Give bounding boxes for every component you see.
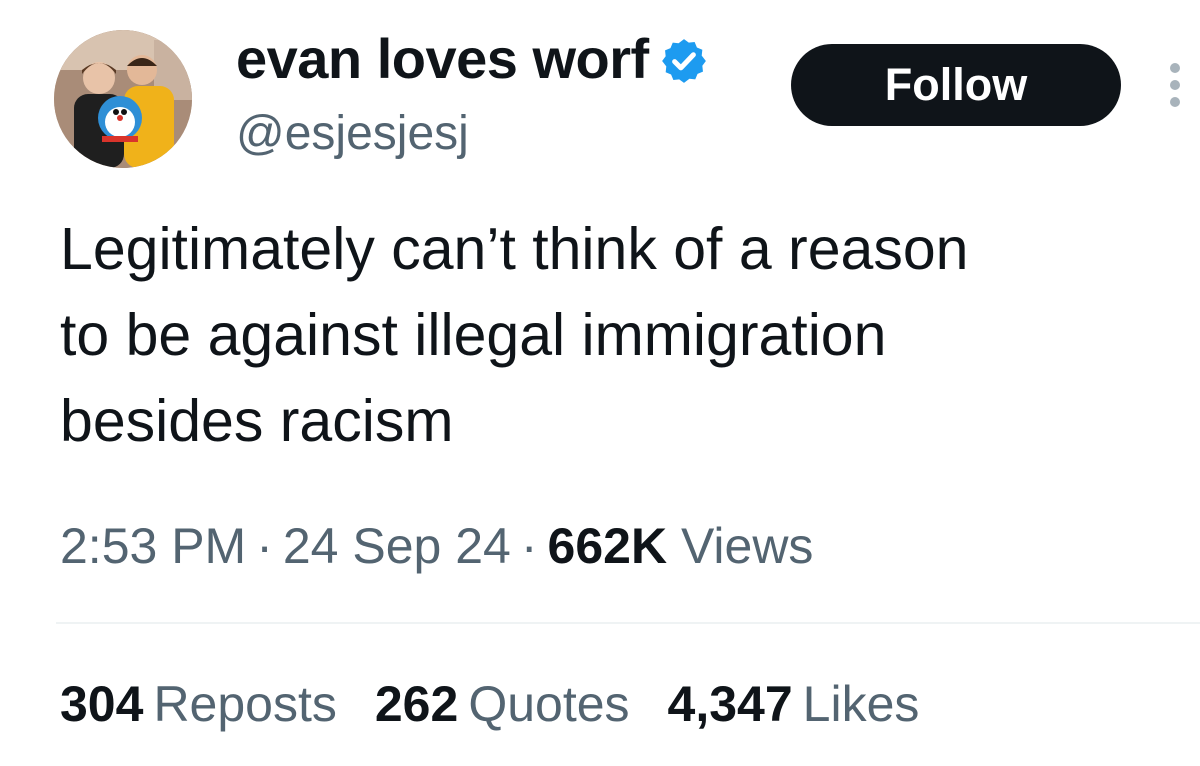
follow-button[interactable]: Follow <box>791 44 1121 126</box>
tweet-meta: 2:53 PM · 24 Sep 24 · 662K Views <box>60 514 813 578</box>
reposts-count: 304 <box>60 676 144 732</box>
tweet-date[interactable]: 24 Sep 24 <box>283 518 511 574</box>
tweet-text: Legitimately can’t think of a reason to … <box>60 216 969 454</box>
likes-stat[interactable]: 4,347 Likes <box>668 672 920 736</box>
views-count: 662K <box>547 518 668 574</box>
quotes-label: Quotes <box>468 676 630 732</box>
quotes-stat[interactable]: 262 Quotes <box>375 672 630 736</box>
separator: · <box>520 518 538 574</box>
author-name-row: evan loves worf <box>236 24 709 94</box>
profile-photo-avatar <box>54 30 192 168</box>
avatar[interactable] <box>54 30 192 168</box>
likes-label: Likes <box>802 676 920 732</box>
tweet-time[interactable]: 2:53 PM <box>60 518 246 574</box>
separator: · <box>256 518 273 574</box>
engagement-stats: 304 Reposts 262 Quotes 4,347 Likes <box>60 672 957 736</box>
user-handle[interactable]: @esjesjesj <box>236 104 469 164</box>
reposts-label: Reposts <box>153 676 337 732</box>
verified-badge-icon <box>659 36 709 86</box>
more-vertical-icon[interactable] <box>1162 60 1188 110</box>
reposts-stat[interactable]: 304 Reposts <box>60 672 337 736</box>
quotes-count: 262 <box>374 676 459 732</box>
likes-count: 4,347 <box>667 676 793 732</box>
display-name[interactable]: evan loves worf <box>236 24 649 94</box>
divider <box>56 622 1200 624</box>
views-label: Views <box>680 518 814 574</box>
